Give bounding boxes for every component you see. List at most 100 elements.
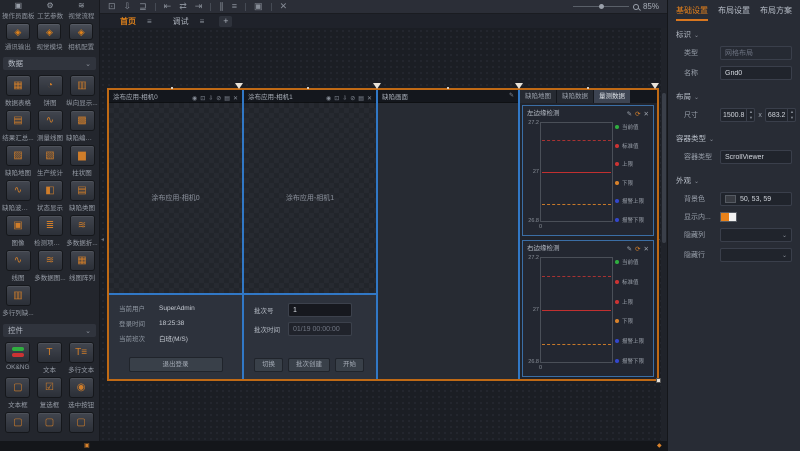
status-indicator-icon[interactable]: ◆	[657, 443, 662, 449]
widget-textbox-icon[interactable]: ▢文本框	[2, 377, 34, 409]
delete-icon[interactable]: ✕	[367, 96, 372, 102]
widget-defect-map-icon[interactable]: ▨缺陷地图	[2, 145, 34, 177]
widget-radio-button-icon[interactable]: ◉选中按钮	[65, 377, 97, 409]
refresh-icon[interactable]: ⟳	[635, 246, 640, 253]
delete-icon[interactable]: ✕	[644, 246, 649, 253]
widget-control-icon[interactable]: ▢	[34, 412, 66, 434]
delete-icon[interactable]: ✕	[644, 111, 649, 118]
camera1-image-area[interactable]: 涂布应用-相机1	[244, 103, 376, 293]
container-type-input[interactable]	[720, 150, 792, 164]
height-value[interactable]: 683.2	[766, 112, 788, 119]
inspector-tab-基础设置[interactable]: 基础设置	[676, 5, 708, 21]
height-stepper[interactable]: 683.2 ▲▼	[765, 108, 797, 122]
widget-inspect-list-icon[interactable]: ≣检测项目表	[34, 215, 66, 247]
export-icon[interactable]: ⇩	[342, 96, 347, 102]
export-icon[interactable]: ⇩	[208, 96, 213, 102]
batch-no-input[interactable]	[288, 303, 352, 317]
align-right-icon[interactable]: ⇥	[195, 0, 203, 13]
widget-measure-line-icon[interactable]: ∿测量线图	[34, 110, 66, 142]
section-layout[interactable]: 布局⌄	[668, 83, 800, 105]
page-tab-首页[interactable]: 首页≡	[114, 14, 158, 28]
status-indicator-icon[interactable]: ▣	[84, 443, 90, 449]
edit-icon[interactable]: ✎	[509, 90, 514, 102]
data-tab-量测数据[interactable]: 量测数据	[594, 90, 630, 103]
zoom-slider-thumb[interactable]	[599, 4, 604, 9]
batch-create-button[interactable]: 批次创建	[288, 358, 330, 372]
hidden-rows-dropdown[interactable]: ⌄	[720, 248, 792, 262]
camera-icon[interactable]: ◉	[326, 96, 331, 102]
widget-defect-wave-icon[interactable]: ∿缺陷波形图	[2, 180, 34, 212]
inspector-tab-布局方案[interactable]: 布局方案	[760, 5, 792, 21]
widget-production-stats-icon[interactable]: ▧生产统计	[34, 145, 66, 177]
defect-panel[interactable]: 缺陷画面 ✎	[378, 90, 518, 379]
edit-icon[interactable]: ✎	[627, 246, 632, 253]
widget-control-icon[interactable]: ▢	[2, 412, 34, 434]
quick-button-vision-flow-icon[interactable]: ≋视觉流程	[66, 1, 97, 20]
column-handle[interactable]	[235, 83, 243, 89]
layout-icon[interactable]: ▤	[224, 96, 230, 102]
widget-okng-icon[interactable]: OK&NG	[2, 342, 34, 374]
column-handle[interactable]	[373, 83, 381, 89]
data-tab-缺陷数据[interactable]: 缺陷数据	[557, 90, 593, 103]
widget-data-table-icon[interactable]: ▦数据表格	[2, 75, 34, 107]
charts-panel[interactable]: 缺陷地图缺陷数据量测数据 左边缘检测 ✎⟳✕ 27.2 27 26.8 0 当前…	[520, 90, 657, 379]
chart-right-edge[interactable]: 右边缘检测 ✎⟳✕ 27.2 27 26.8 0 当前值标准值上限下限报警上限报…	[522, 240, 654, 377]
save-icon[interactable]: ▣	[254, 0, 263, 13]
design-canvas[interactable]: ◂ ▸ 涂布应用-相机0 ◉⊡⇩⊘▤✕ 涂布应用-相机0 当前用户 SuperA…	[100, 28, 661, 441]
stepper-arrows[interactable]: ▲▼	[787, 109, 795, 121]
widget-defect-encoder-icon[interactable]: ▩缺陷编码器	[66, 110, 98, 142]
widget-control-icon[interactable]: ▢	[65, 412, 97, 434]
defect-image-area[interactable]	[378, 103, 518, 379]
scrollbar-thumb[interactable]	[662, 93, 666, 243]
widget-multiline-text-icon[interactable]: T≡多行文本	[65, 342, 97, 374]
data-tab-缺陷地图[interactable]: 缺陷地图	[520, 90, 556, 103]
widget-line-array-icon[interactable]: ▦线图阵列	[66, 250, 98, 282]
edit-icon[interactable]: ✎	[627, 111, 632, 118]
camera1-panel[interactable]: 涂布应用-相机1 ◉⊡⇩⊘▤✕ 涂布应用-相机1 批次号 批次时间 切换 批次创…	[244, 90, 376, 379]
color-swatch[interactable]	[725, 195, 736, 203]
display-color-swatch[interactable]	[720, 212, 737, 222]
hamburger-icon[interactable]: ≡	[147, 17, 152, 26]
column-handle[interactable]	[651, 83, 659, 89]
distribute-h-icon[interactable]: ∥	[219, 0, 224, 13]
widget-bar-chart-icon[interactable]: ▆柱状图	[66, 145, 98, 177]
module-button-camera-config-icon[interactable]: ◈相机配置	[65, 23, 97, 51]
add-tab-button[interactable]: +	[219, 16, 232, 27]
widget-line-chart-icon[interactable]: ∿线图	[2, 250, 34, 282]
camera-icon[interactable]: ◉	[192, 96, 197, 102]
frame-icon[interactable]: ⊡	[334, 96, 339, 102]
widget-status-display-icon[interactable]: ◧状态显示	[34, 180, 66, 212]
lock-icon[interactable]: ⊘	[350, 96, 355, 102]
switch-button[interactable]: 切换	[254, 358, 283, 372]
widget-result-summary-icon[interactable]: ▤结果汇总...	[2, 110, 34, 142]
quick-button-operator-panel-icon[interactable]: ▣操作员面板	[2, 1, 35, 20]
group-header-数据[interactable]: 数据⌄	[3, 57, 96, 70]
zoom-slider[interactable]	[573, 6, 629, 7]
widget-vertical-display-icon[interactable]: ▥纵向显示...	[66, 75, 98, 107]
widget-multi-data-line-icon[interactable]: ≋多数据折...	[66, 215, 98, 247]
align-left-icon[interactable]: ⇤	[164, 0, 172, 13]
chart-left-edge[interactable]: 左边缘检测 ✎⟳✕ 27.2 27 26.8 0 当前值标准值上限下限报警上限报…	[522, 105, 654, 236]
widget-multi-row-defect-icon[interactable]: ▥多行列缺...	[2, 285, 34, 317]
camera0-image-area[interactable]: 涂布应用-相机0	[109, 103, 242, 293]
module-button-vision-module-icon[interactable]: ◈视觉模块	[34, 23, 66, 51]
selected-container[interactable]: 涂布应用-相机0 ◉⊡⇩⊘▤✕ 涂布应用-相机0 当前用户 SuperAdmin…	[107, 88, 659, 381]
page-tab-调试[interactable]: 调试≡	[167, 14, 211, 28]
lock-icon[interactable]: ⊘	[216, 96, 221, 102]
logout-button[interactable]: 退出登录	[129, 357, 223, 372]
align-bottom-icon[interactable]: ⊒	[139, 0, 147, 13]
widget-defect-class-icon[interactable]: ▤缺陷类图	[66, 180, 98, 212]
delete-icon[interactable]: ✕	[233, 96, 238, 102]
quick-button-process-params-icon[interactable]: ⚙工艺参数	[35, 1, 66, 20]
widget-image-icon[interactable]: ▣图像	[2, 215, 34, 247]
camera0-panel[interactable]: 涂布应用-相机0 ◉⊡⇩⊘▤✕ 涂布应用-相机0 当前用户 SuperAdmin…	[109, 90, 242, 379]
hidden-columns-dropdown[interactable]: ⌄	[720, 228, 792, 242]
widget-text-icon[interactable]: T文本	[34, 342, 66, 374]
section-container-type[interactable]: 容器类型⌄	[668, 125, 800, 147]
column-handle[interactable]	[515, 83, 523, 89]
delete-icon[interactable]: ✕	[280, 0, 288, 13]
bounds-icon[interactable]: ⊡	[108, 0, 116, 13]
inspector-tab-布局设置[interactable]: 布局设置	[718, 5, 750, 21]
module-button-comm-output-icon[interactable]: ◈通讯输出	[2, 23, 34, 51]
batch-time-input[interactable]	[288, 322, 352, 336]
